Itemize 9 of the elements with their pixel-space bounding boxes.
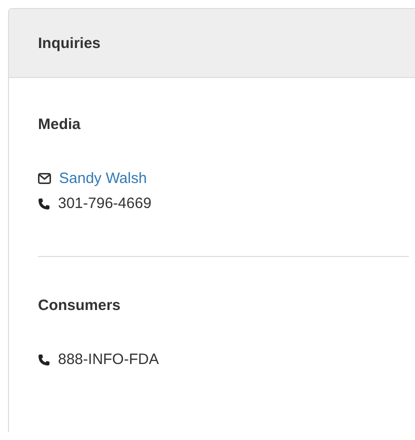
section-heading: Media (38, 116, 82, 133)
envelope-icon (38, 173, 51, 184)
panel-title: Inquiries (38, 34, 101, 52)
phone-icon (38, 354, 50, 366)
email-link[interactable]: Sandy Walsh (59, 170, 147, 187)
phone-number: 301-796-4669 (58, 195, 152, 212)
section-heading: Consumers (38, 297, 122, 314)
phone-number: 888-INFO-FDA (58, 351, 159, 368)
phone-icon (38, 198, 50, 210)
